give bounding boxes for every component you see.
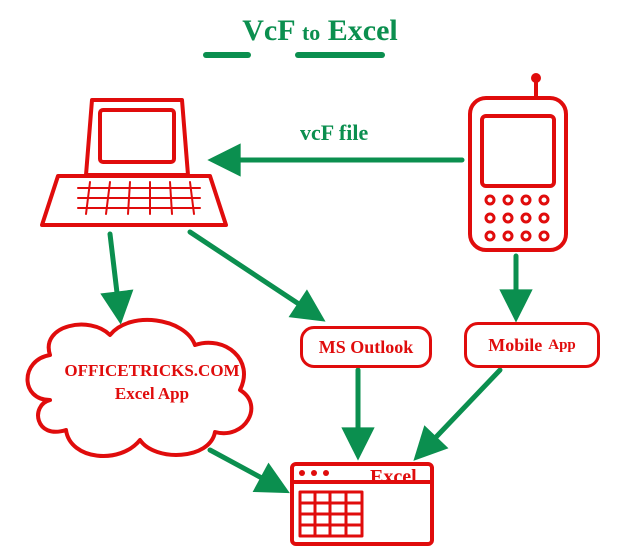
title-word-vcf: VcF [242,14,294,47]
title-word-to: to [302,20,320,45]
node-officetricks-app: OFFICETRICKS.COM Excel App [62,360,242,406]
title-word-excel: Excel [328,14,398,47]
cloud-line-2: Excel App [62,383,242,406]
cloud-line-1: OFFICETRICKS.COM [62,360,242,383]
arrow-laptop-to-outlook [190,232,320,318]
arrow-cloud-to-excel [210,450,284,490]
mobile-app-word-1: Mobile [488,335,542,356]
title-underline-2 [295,52,385,58]
arrow-laptop-to-cloud [110,234,120,318]
phone-icon [470,75,566,250]
arrow-label-vcf-file: vcF file [300,120,368,146]
excel-label: Excel [370,466,417,489]
diagram-title: VcF to Excel [0,14,640,48]
mobile-app-word-2: App [548,337,576,354]
laptop-icon [42,100,226,225]
arrow-mobileapp-to-excel [418,370,500,456]
node-ms-outlook: MS Outlook [300,326,432,368]
node-mobile-app: Mobile App [464,322,600,368]
title-underline-1 [203,52,251,58]
